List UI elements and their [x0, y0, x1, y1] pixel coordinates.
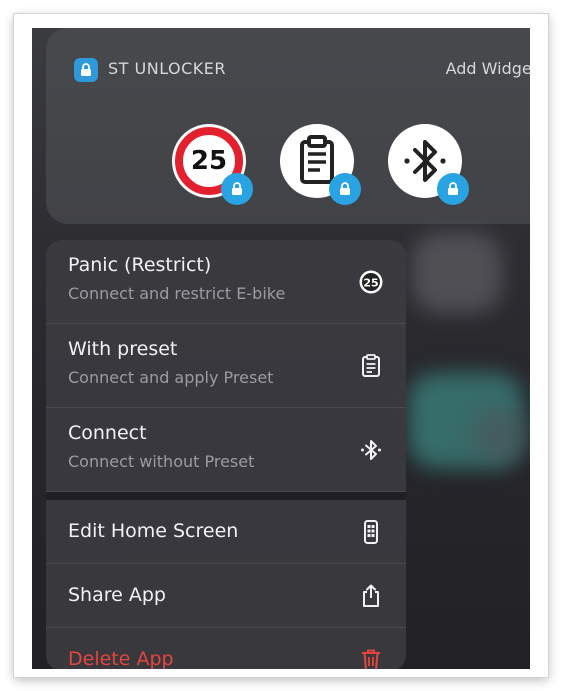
- menu-item-title: Connect: [68, 422, 147, 444]
- widget-panel: ST UNLOCKER Add Widget 25: [46, 28, 530, 224]
- menu-item-title: Share App: [68, 584, 166, 606]
- clipboard-icon: [362, 354, 380, 377]
- lock-badge-icon: [437, 173, 469, 205]
- menu-item-subtitle: Connect without Preset: [68, 452, 255, 471]
- lock-badge-icon: [221, 173, 253, 205]
- speed-limit-25-icon: 25: [359, 270, 383, 294]
- quick-action-panic[interactable]: 25: [172, 124, 253, 205]
- menu-section-separator: [46, 492, 406, 500]
- menu-item-share-app[interactable]: Share App: [46, 564, 406, 628]
- menu-item-title: Edit Home Screen: [68, 520, 239, 542]
- context-menu: Panic (Restrict) Connect and restrict E-…: [46, 240, 406, 669]
- menu-item-title: Delete App: [68, 648, 174, 669]
- screenshot-frame: ST UNLOCKER Add Widget 25 Panic (Restric…: [14, 14, 548, 677]
- menu-item-panic-restrict[interactable]: Panic (Restrict) Connect and restrict E-…: [46, 240, 406, 324]
- blurred-app-icon: [472, 408, 527, 463]
- speed-limit-label: 25: [363, 277, 378, 290]
- menu-item-with-preset[interactable]: With preset Connect and apply Preset: [46, 324, 406, 408]
- menu-item-delete-app[interactable]: Delete App: [46, 628, 406, 669]
- phone-icon: [364, 520, 378, 544]
- lock-badge-icon: [329, 173, 361, 205]
- home-screen-background: ST UNLOCKER Add Widget 25 Panic (Restric…: [32, 28, 530, 669]
- menu-item-subtitle: Connect and apply Preset: [68, 368, 274, 387]
- padlock-app-icon: [74, 58, 98, 82]
- quick-action-connect[interactable]: [388, 124, 469, 205]
- share-icon: [363, 584, 379, 607]
- blurred-app-icon: [412, 233, 502, 313]
- trash-icon: [362, 649, 380, 669]
- quick-action-preset[interactable]: [280, 124, 361, 205]
- app-title: ST UNLOCKER: [108, 59, 227, 78]
- menu-item-subtitle: Connect and restrict E-bike: [68, 284, 286, 303]
- menu-item-title: Panic (Restrict): [68, 254, 212, 276]
- menu-item-title: With preset: [68, 338, 178, 360]
- menu-item-edit-home-screen[interactable]: Edit Home Screen: [46, 500, 406, 564]
- menu-item-connect[interactable]: Connect Connect without Preset: [46, 408, 406, 492]
- add-widget-button[interactable]: Add Widget: [446, 59, 530, 78]
- bluetooth-icon: [361, 440, 381, 460]
